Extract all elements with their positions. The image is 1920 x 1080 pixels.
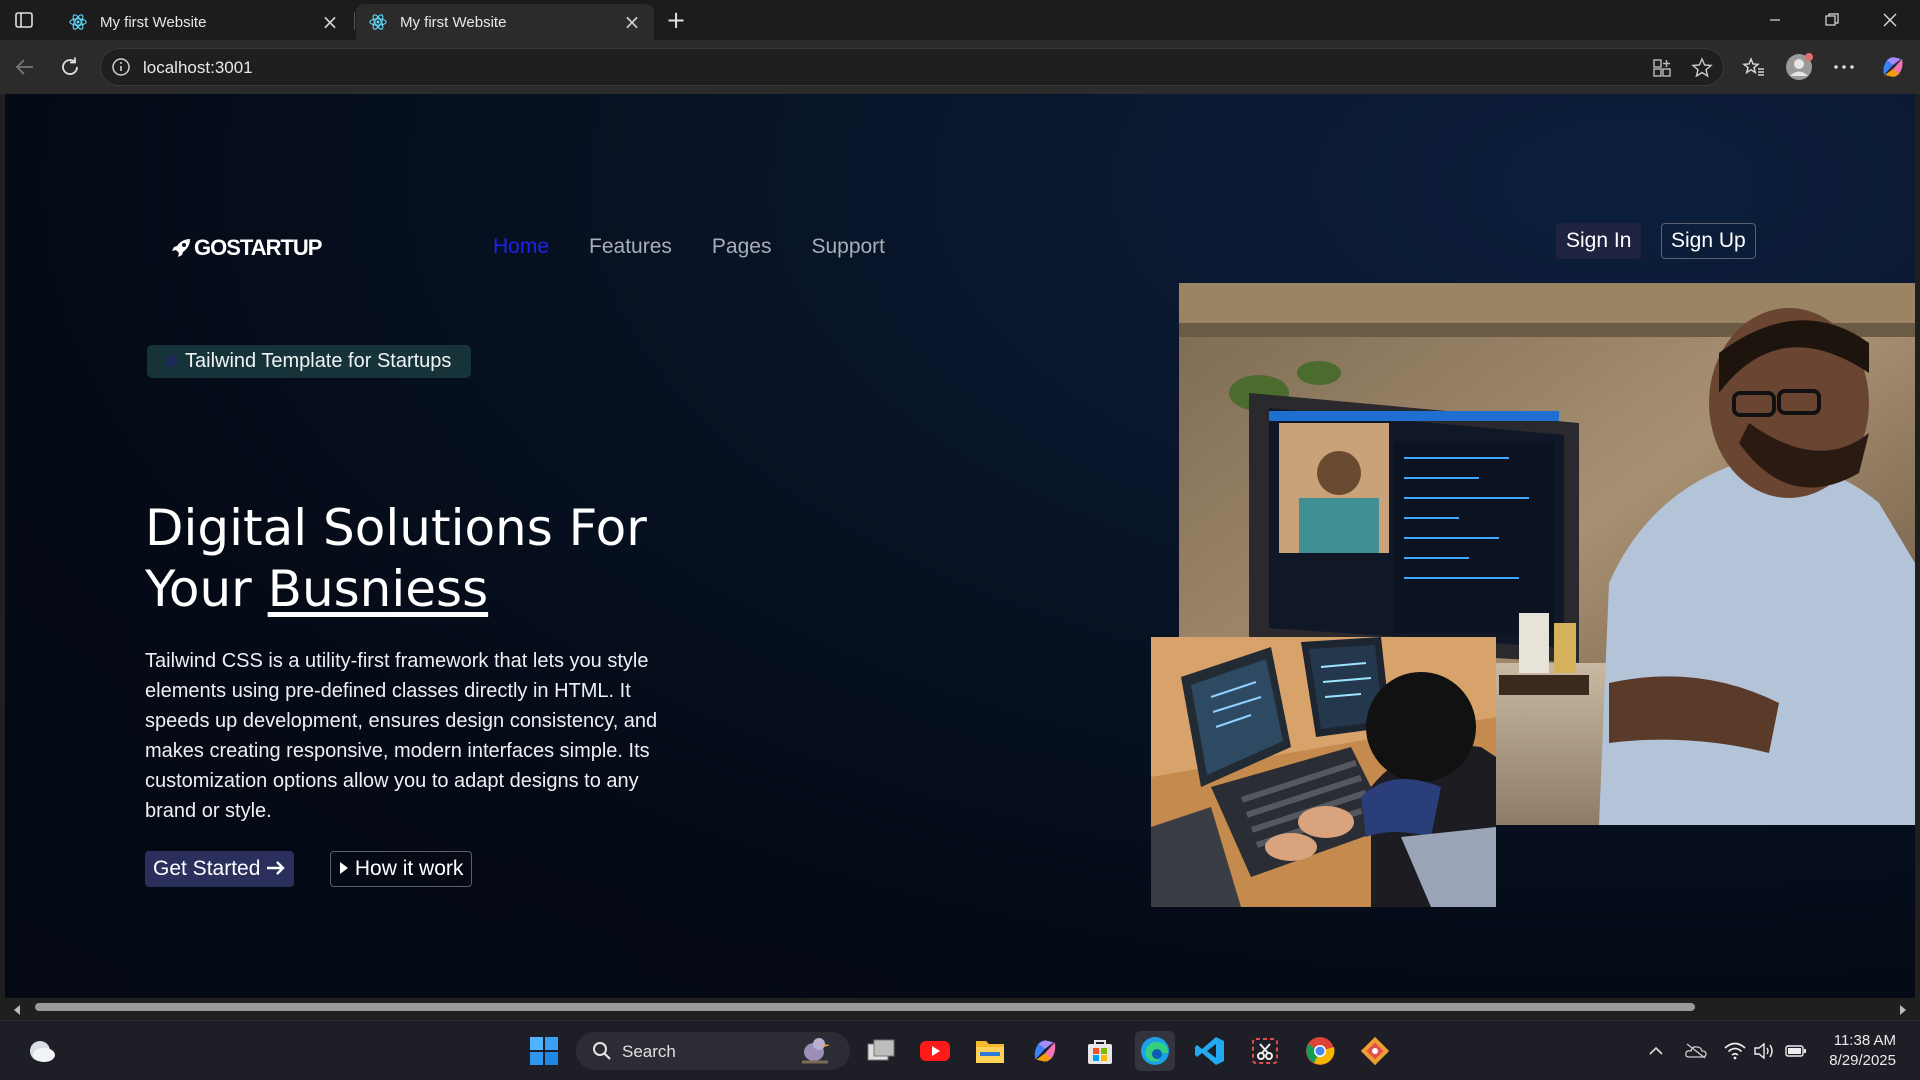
windows-start-icon[interactable]	[524, 1031, 564, 1071]
badge-text: Tailwind Template for Startups	[185, 350, 452, 372]
weather-icon[interactable]	[21, 1031, 61, 1071]
profile-avatar-icon[interactable]	[1782, 50, 1816, 84]
play-icon	[340, 862, 348, 874]
close-icon[interactable]: ×	[618, 8, 646, 36]
onedrive-offline-icon[interactable]	[1684, 1039, 1708, 1063]
badge-dot	[165, 355, 177, 367]
vscode-icon[interactable]	[1190, 1031, 1230, 1071]
app-available-icon[interactable]	[1651, 57, 1673, 79]
new-tab-button[interactable]: +	[662, 6, 690, 34]
volume-icon[interactable]	[1752, 1039, 1776, 1063]
more-options-icon[interactable]	[1827, 50, 1861, 84]
nav-home[interactable]: Home	[493, 235, 549, 259]
scroll-right-icon[interactable]	[1897, 1001, 1909, 1015]
address-bar[interactable]: localhost:3001	[100, 48, 1724, 86]
restore-icon[interactable]	[1804, 0, 1860, 40]
task-view-icon[interactable]	[861, 1031, 901, 1071]
search-label: Search	[622, 1042, 676, 1061]
get-started-button[interactable]: Get Started	[145, 851, 295, 887]
hero-description: Tailwind CSS is a utility-first framewor…	[145, 650, 658, 822]
bird-illustration-icon	[794, 1034, 834, 1072]
hero-photo-secondary	[1151, 637, 1496, 907]
favorite-star-icon[interactable]	[1691, 57, 1713, 79]
youtube-icon[interactable]	[915, 1031, 955, 1071]
file-explorer-icon[interactable]	[970, 1031, 1010, 1071]
edge-icon[interactable]	[1135, 1031, 1175, 1071]
scrollbar-thumb[interactable]	[35, 1003, 1695, 1011]
main-nav: Home Features Pages Support	[493, 235, 885, 259]
react-icon	[68, 12, 88, 32]
sign-up-button[interactable]: Sign Up	[1661, 223, 1756, 259]
sign-in-button[interactable]: Sign In	[1556, 223, 1642, 259]
hero-title-line1: Digital Solutions For	[145, 499, 647, 557]
chevron-up-icon[interactable]	[1644, 1039, 1668, 1063]
nav-pages[interactable]: Pages	[712, 235, 772, 259]
site-logo[interactable]: GOSTARTUP	[170, 235, 322, 261]
battery-icon[interactable]	[1784, 1039, 1808, 1063]
template-badge: Tailwind Template for Startups	[147, 345, 472, 378]
microsoft-store-icon[interactable]	[1080, 1031, 1120, 1071]
hero-title-emphasis: Busniess	[267, 560, 489, 618]
back-icon[interactable]	[8, 50, 42, 84]
how-it-works-label: How it work	[354, 857, 464, 880]
clock-time: 11:38 AM	[1833, 1032, 1896, 1049]
arrow-right-icon	[267, 861, 285, 875]
window-close-icon[interactable]	[1862, 0, 1918, 40]
browser-toolbar: localhost:3001	[0, 40, 1920, 94]
reload-icon[interactable]	[53, 50, 87, 84]
react-icon	[368, 12, 388, 32]
browser-tab-active[interactable]: My first Website ×	[356, 4, 654, 40]
copilot-app-icon[interactable]	[1025, 1031, 1065, 1071]
copilot-icon[interactable]	[1876, 50, 1910, 84]
how-it-works-button[interactable]: How it work	[330, 851, 473, 887]
taskbar: Search 11:38 AM 8/29/2025	[0, 1020, 1920, 1080]
hero-title-prefix: Your	[145, 560, 268, 618]
favorites-icon[interactable]	[1737, 50, 1771, 84]
tab-title: My first Website	[400, 13, 507, 31]
nav-support[interactable]: Support	[811, 235, 885, 259]
browser-tab-bar: My first Website × My first Website × +	[0, 0, 1920, 40]
url-text[interactable]: localhost:3001	[143, 58, 253, 78]
logo-text: GOSTARTUP	[194, 235, 322, 260]
get-started-label: Get Started	[153, 857, 261, 880]
clock-date: 8/29/2025	[1829, 1052, 1896, 1069]
horizontal-scrollbar[interactable]	[5, 998, 1915, 1016]
tab-actions-icon[interactable]	[10, 8, 38, 32]
nav-features[interactable]: Features	[589, 235, 672, 259]
close-icon[interactable]: ×	[316, 8, 344, 36]
rocket-icon	[172, 239, 190, 257]
web-page: GOSTARTUP Home Features Pages Support Si…	[5, 94, 1915, 998]
tab-separator	[354, 12, 355, 30]
hero-title: Digital Solutions For Your Busniess	[145, 498, 705, 620]
wifi-icon[interactable]	[1723, 1039, 1747, 1063]
search-icon	[592, 1041, 612, 1065]
snipping-tool-icon[interactable]	[1245, 1031, 1285, 1071]
browser-tab[interactable]: My first Website ×	[56, 4, 352, 40]
developer-keyboard-photo	[1151, 637, 1496, 907]
chrome-icon[interactable]	[1300, 1031, 1340, 1071]
taskbar-search[interactable]: Search	[576, 1032, 850, 1070]
tab-title: My first Website	[100, 13, 207, 31]
scroll-left-icon[interactable]	[11, 1001, 23, 1015]
minimize-icon[interactable]	[1747, 0, 1803, 40]
info-icon[interactable]	[111, 57, 131, 77]
system-clock[interactable]: 11:38 AM 8/29/2025	[1820, 1031, 1896, 1071]
git-client-icon[interactable]	[1355, 1031, 1395, 1071]
